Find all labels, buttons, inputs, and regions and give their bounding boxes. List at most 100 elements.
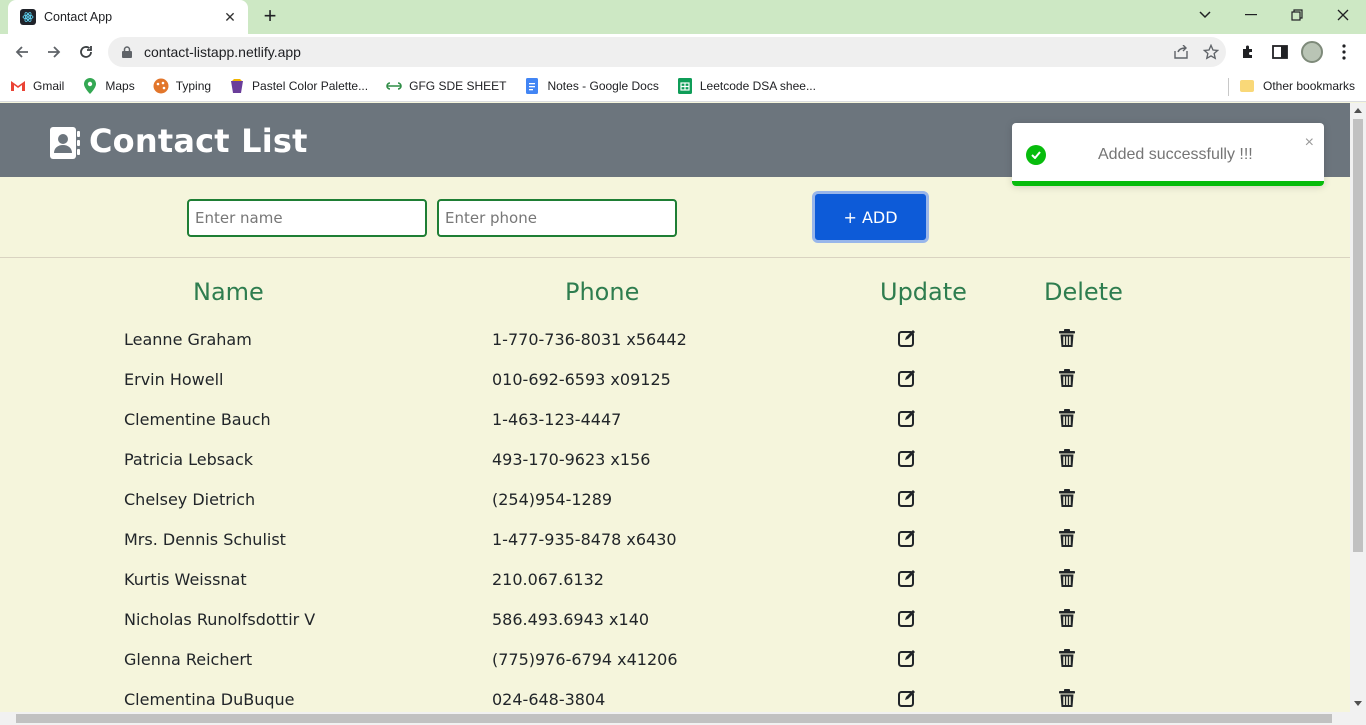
edit-icon[interactable] bbox=[898, 369, 916, 387]
bookmark-notes[interactable]: Notes - Google Docs bbox=[524, 77, 659, 94]
back-icon[interactable] bbox=[8, 38, 36, 66]
table-row: Ervin Howell 010-692-6593 x09125 bbox=[0, 358, 1350, 398]
menu-kebab-icon[interactable] bbox=[1330, 38, 1358, 66]
toast-close-icon[interactable]: × bbox=[1305, 134, 1314, 152]
share-icon[interactable] bbox=[1166, 37, 1196, 67]
edit-icon[interactable] bbox=[898, 329, 916, 347]
contact-name: Glenna Reichert bbox=[124, 650, 253, 669]
contact-phone: 1-463-123-4447 bbox=[492, 410, 622, 429]
horizontal-scroll-thumb[interactable] bbox=[16, 714, 1332, 723]
toast-message: Added successfully !!! bbox=[1098, 146, 1253, 163]
edit-icon[interactable] bbox=[898, 449, 916, 467]
bookmark-gfg[interactable]: GFG SDE SHEET bbox=[386, 78, 506, 94]
star-icon[interactable] bbox=[1196, 37, 1226, 67]
reload-icon[interactable] bbox=[72, 38, 100, 66]
contact-book-icon bbox=[50, 127, 80, 159]
bookmark-label: Notes - Google Docs bbox=[547, 78, 659, 93]
folder-icon bbox=[1240, 80, 1254, 92]
check-circle-icon bbox=[1026, 145, 1046, 165]
contact-phone: (775)976-6794 x41206 bbox=[492, 650, 678, 669]
bookmark-label: GFG SDE SHEET bbox=[409, 78, 507, 93]
new-tab-icon[interactable]: + bbox=[258, 5, 282, 29]
sheets-icon bbox=[677, 77, 693, 94]
bookmark-maps[interactable]: Maps bbox=[82, 77, 135, 94]
trash-icon[interactable] bbox=[1059, 369, 1075, 387]
browser-tab-bar: Contact App ✕ + bbox=[0, 0, 1366, 34]
contact-phone: 210.067.6132 bbox=[492, 570, 604, 589]
docs-icon bbox=[524, 77, 540, 94]
lock-icon[interactable] bbox=[120, 45, 134, 59]
table-row: Clementine Bauch 1-463-123-4447 bbox=[0, 398, 1350, 438]
edit-icon[interactable] bbox=[898, 569, 916, 587]
table-row: Mrs. Dennis Schulist 1-477-935-8478 x6430 bbox=[0, 518, 1350, 558]
bookmark-label: Gmail bbox=[33, 78, 65, 93]
bookmark-leetcode[interactable]: Leetcode DSA shee... bbox=[677, 77, 816, 94]
browser-toolbar: contact-listapp.netlify.app bbox=[0, 34, 1366, 70]
trash-icon[interactable] bbox=[1059, 329, 1075, 347]
edit-icon[interactable] bbox=[898, 689, 916, 707]
phone-input[interactable] bbox=[437, 199, 677, 237]
contact-name: Clementina DuBuque bbox=[124, 690, 295, 709]
edit-icon[interactable] bbox=[898, 609, 916, 627]
edit-icon[interactable] bbox=[898, 489, 916, 507]
trash-icon[interactable] bbox=[1059, 409, 1075, 427]
contact-phone: 586.493.6943 x140 bbox=[492, 610, 650, 629]
trash-icon[interactable] bbox=[1059, 689, 1075, 707]
restore-icon[interactable] bbox=[1274, 0, 1320, 30]
minimize-icon[interactable] bbox=[1228, 0, 1274, 30]
edit-icon[interactable] bbox=[898, 649, 916, 667]
vertical-scroll-thumb[interactable] bbox=[1353, 119, 1363, 552]
scroll-up-arrow-icon[interactable] bbox=[1354, 108, 1362, 113]
maps-icon bbox=[82, 77, 98, 94]
trash-icon[interactable] bbox=[1059, 609, 1075, 627]
bookmark-gmail[interactable]: Gmail bbox=[10, 78, 64, 94]
url-text[interactable]: contact-listapp.netlify.app bbox=[144, 44, 1166, 60]
bookmark-palette[interactable]: Pastel Color Palette... bbox=[229, 78, 368, 94]
bookmark-label: Pastel Color Palette... bbox=[252, 78, 369, 93]
success-toast: Added successfully !!! × bbox=[1012, 123, 1324, 186]
side-panel-icon[interactable] bbox=[1266, 38, 1294, 66]
typing-icon bbox=[153, 78, 169, 94]
close-window-icon[interactable] bbox=[1320, 0, 1366, 30]
contact-name: Nicholas Runolfsdottir V bbox=[124, 610, 316, 629]
scroll-down-arrow-icon[interactable] bbox=[1354, 701, 1362, 706]
tab-close-icon[interactable]: ✕ bbox=[222, 9, 238, 26]
extensions-icon[interactable] bbox=[1234, 38, 1262, 66]
forward-icon[interactable] bbox=[40, 38, 68, 66]
table-row: Kurtis Weissnat 210.067.6132 bbox=[0, 558, 1350, 598]
other-bookmarks[interactable]: Other bookmarks bbox=[1240, 70, 1355, 102]
bookmark-separator bbox=[1228, 78, 1229, 96]
tab-search-icon[interactable] bbox=[1182, 0, 1228, 30]
trash-icon[interactable] bbox=[1059, 649, 1075, 667]
edit-icon[interactable] bbox=[898, 409, 916, 427]
vertical-scrollbar[interactable] bbox=[1350, 103, 1366, 712]
contact-phone: 024-648-3804 bbox=[492, 690, 606, 709]
edit-icon[interactable] bbox=[898, 529, 916, 547]
trash-icon[interactable] bbox=[1059, 529, 1075, 547]
contact-phone: 010-692-6593 x09125 bbox=[492, 370, 671, 389]
table-row: Nicholas Runolfsdottir V 586.493.6943 x14… bbox=[0, 598, 1350, 638]
name-input[interactable] bbox=[187, 199, 427, 237]
bookmarks-bar: Gmail Maps Typing Pastel Color Palette..… bbox=[0, 70, 1366, 102]
table-row: Clementina DuBuque 024-648-3804 bbox=[0, 678, 1350, 712]
trash-icon[interactable] bbox=[1059, 489, 1075, 507]
trash-icon[interactable] bbox=[1059, 449, 1075, 467]
contact-name: Leanne Graham bbox=[124, 330, 252, 349]
add-button[interactable]: + ADD bbox=[812, 191, 929, 243]
palette-icon bbox=[229, 78, 245, 94]
address-bar[interactable]: contact-listapp.netlify.app bbox=[108, 37, 1226, 67]
browser-tab[interactable]: Contact App ✕ bbox=[8, 0, 248, 34]
contact-name: Mrs. Dennis Schulist bbox=[124, 530, 286, 549]
react-icon bbox=[20, 9, 36, 25]
table-row: Chelsey Dietrich (254)954-1289 bbox=[0, 478, 1350, 518]
trash-icon[interactable] bbox=[1059, 569, 1075, 587]
column-header-delete: Delete bbox=[1044, 278, 1123, 306]
column-header-update: Update bbox=[880, 278, 967, 306]
table-row: Patricia Lebsack 493-170-9623 x156 bbox=[0, 438, 1350, 478]
contact-name: Patricia Lebsack bbox=[124, 450, 253, 469]
column-header-phone: Phone bbox=[565, 278, 640, 306]
bookmark-typing[interactable]: Typing bbox=[153, 78, 211, 94]
profile-avatar[interactable] bbox=[1298, 38, 1326, 66]
horizontal-scrollbar[interactable] bbox=[0, 712, 1366, 725]
other-bookmarks-label: Other bookmarks bbox=[1263, 79, 1356, 93]
